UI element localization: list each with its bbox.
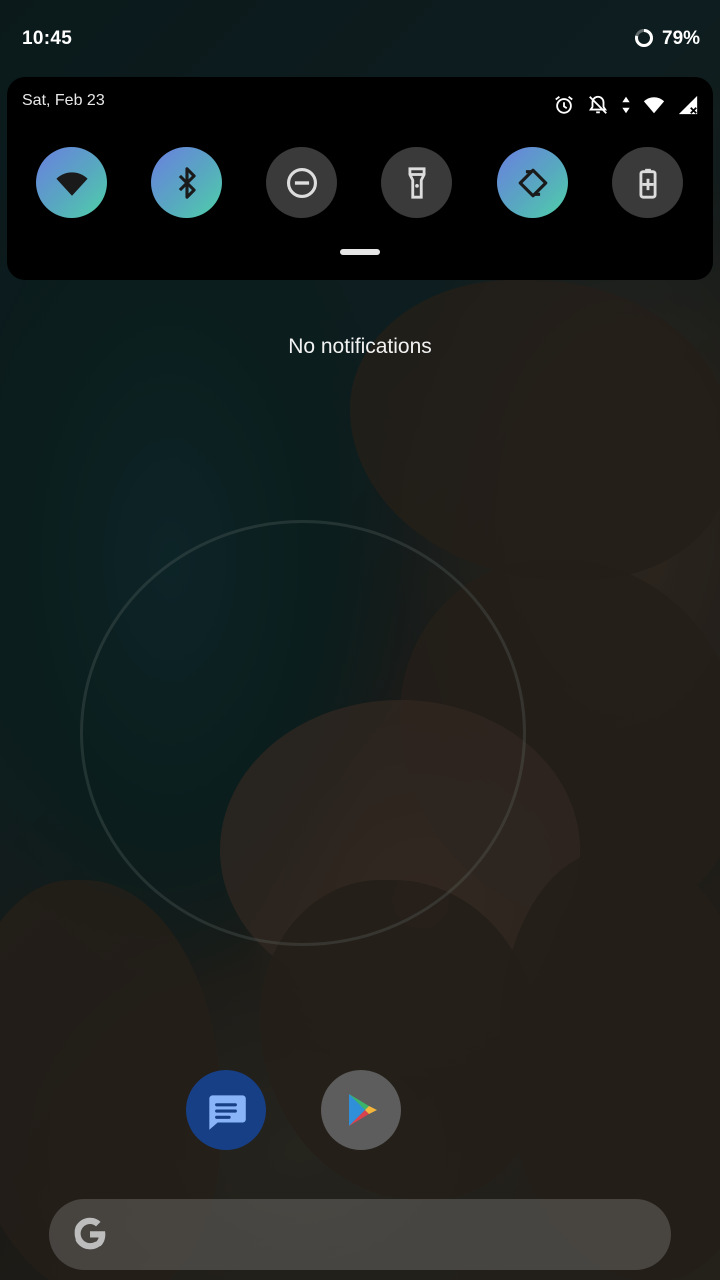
- battery-ring-icon: [635, 29, 653, 47]
- messages-icon: [209, 1095, 246, 1130]
- flashlight-tile[interactable]: [381, 147, 452, 218]
- battery-percent: 79%: [662, 28, 701, 49]
- play-store-icon: [349, 1094, 377, 1126]
- bluetooth-tile[interactable]: [151, 147, 222, 218]
- alarm-icon: [553, 94, 575, 116]
- status-clock: 10:45: [22, 28, 73, 49]
- quick-settings-panel[interactable]: Sat, Feb 23: [7, 77, 713, 280]
- qs-tiles: [36, 147, 686, 219]
- cell-signal-icon: [677, 94, 699, 116]
- qs-status-icons: [553, 93, 699, 117]
- auto-rotate-icon: [518, 168, 547, 197]
- auto-rotate-tile[interactable]: [497, 147, 568, 218]
- data-arrows-icon: [621, 94, 631, 116]
- bluetooth-icon: [178, 166, 196, 199]
- google-g-icon: [74, 1217, 106, 1250]
- do-not-disturb-icon: [286, 167, 317, 198]
- qs-drag-handle[interactable]: [340, 249, 380, 255]
- wifi-icon: [55, 171, 88, 196]
- qs-date[interactable]: Sat, Feb 23: [22, 92, 105, 110]
- wifi-icon: [643, 94, 665, 116]
- flashlight-icon: [408, 166, 425, 199]
- messages-app[interactable]: [186, 1070, 266, 1150]
- no-notifications-text: No notifications: [288, 335, 432, 358]
- status-bar: 10:45 79%: [0, 0, 720, 78]
- wifi-tile[interactable]: [36, 147, 107, 218]
- battery-saver-tile[interactable]: [612, 147, 683, 218]
- notifications-off-icon: [587, 94, 609, 116]
- do-not-disturb-tile[interactable]: [266, 147, 337, 218]
- play-store-app[interactable]: [321, 1070, 401, 1150]
- battery-saver-icon: [639, 168, 656, 199]
- google-search-bar[interactable]: [49, 1199, 671, 1270]
